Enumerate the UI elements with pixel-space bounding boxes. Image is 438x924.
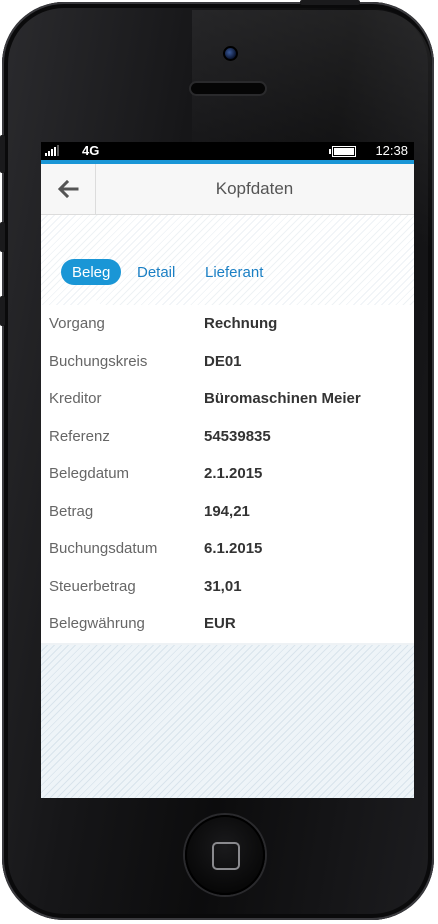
detail-row: Buchungskreis DE01: [41, 343, 414, 381]
detail-value: 2.1.2015: [204, 465, 263, 483]
detail-value: EUR: [204, 615, 236, 633]
volume-up-button: [0, 222, 5, 252]
detail-value: 31,01: [204, 577, 242, 595]
detail-label: Kreditor: [49, 390, 102, 408]
detail-label: Steuerbetrag: [49, 577, 136, 595]
detail-row: Steuerbetrag 31,01: [41, 568, 414, 606]
detail-value: 194,21: [204, 502, 250, 520]
tab-detail[interactable]: Detail: [137, 259, 175, 285]
detail-value: DE01: [204, 352, 242, 370]
detail-label: Buchungskreis: [49, 352, 148, 370]
detail-value: Büromaschinen Meier: [204, 390, 361, 408]
detail-row: Vorgang Rechnung: [41, 305, 414, 343]
detail-list: Vorgang Rechnung Buchungskreis DE01 Kredit…: [41, 305, 414, 643]
status-bar: 4G 12:38: [41, 142, 414, 160]
arrow-left-icon: [57, 180, 79, 198]
tab-pointer: [85, 297, 101, 305]
detail-row: Belegwährung EUR: [41, 605, 414, 643]
detail-label: Buchungsdatum: [49, 540, 158, 558]
home-square-icon: [212, 842, 240, 870]
volume-down-button: [0, 296, 5, 326]
detail-row: Buchungsdatum 6.1.2015: [41, 530, 414, 568]
detail-value: Rechnung: [204, 315, 278, 333]
detail-row: Betrag 194,21: [41, 493, 414, 531]
mute-switch: [0, 135, 5, 173]
empty-area-pattern: [41, 645, 414, 798]
page-title: Kopfdaten: [215, 179, 294, 198]
detail-row: Kreditor Büromaschinen Meier: [41, 380, 414, 418]
detail-row: Belegdatum 2.1.2015: [41, 455, 414, 493]
tab-lieferant[interactable]: Lieferant: [205, 259, 263, 285]
power-button: [300, 0, 360, 5]
back-button[interactable]: [41, 164, 96, 214]
network-type: 4G: [82, 143, 100, 158]
battery-icon: [329, 146, 356, 157]
phone-frame: 4G 12:38 Kopfdaten Beleg Detail Lieferan…: [2, 2, 434, 920]
front-camera: [223, 46, 238, 61]
detail-label: Betrag: [49, 502, 94, 520]
screen: 4G 12:38 Kopfdaten Beleg Detail Lieferan…: [41, 142, 414, 798]
header-bar: Kopfdaten: [41, 164, 414, 215]
detail-label: Belegwährung: [49, 615, 145, 633]
detail-value: 6.1.2015: [204, 540, 263, 558]
signal-icon: [45, 145, 59, 156]
status-time: 12:38: [375, 143, 408, 158]
detail-label: Referenz: [49, 427, 110, 445]
earpiece-speaker: [191, 83, 265, 94]
detail-row: Referenz 54539835: [41, 418, 414, 456]
tab-bar: Beleg Detail Lieferant: [41, 215, 414, 305]
detail-value: 54539835: [204, 427, 271, 445]
detail-label: Belegdatum: [49, 465, 130, 483]
tab-beleg[interactable]: Beleg: [61, 259, 122, 285]
home-button[interactable]: [185, 815, 265, 895]
detail-label: Vorgang: [49, 315, 105, 333]
